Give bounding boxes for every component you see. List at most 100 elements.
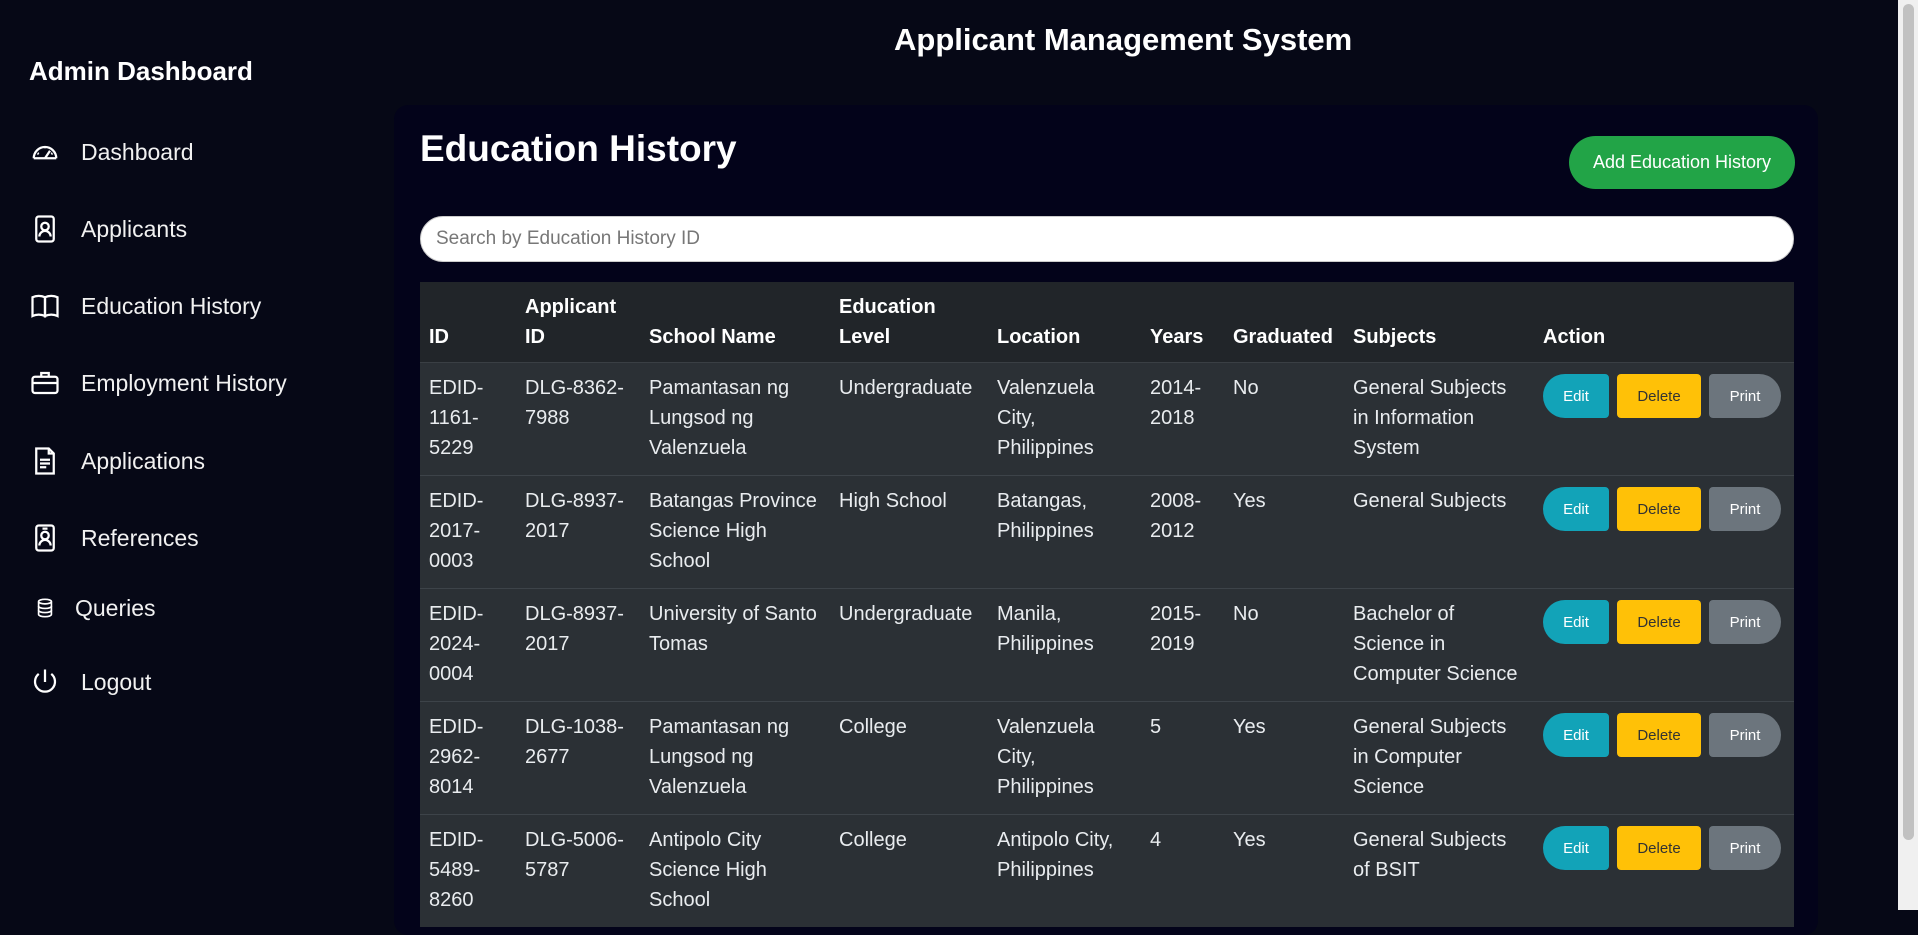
- sidebar-item-label: References: [81, 524, 199, 551]
- sidebar-item-employment-history[interactable]: Employment History: [29, 363, 287, 403]
- person-badge-icon: [29, 213, 61, 245]
- cell-action: Edit Delete Print: [1534, 814, 1794, 927]
- cell-applicant-id: DLG-8362-7988: [516, 362, 640, 476]
- file-text-icon: [29, 445, 61, 477]
- cell-action: Edit Delete Print: [1534, 475, 1794, 589]
- sidebar-item-label: Applications: [81, 447, 206, 474]
- power-icon: [29, 666, 61, 698]
- cell-education-level: College: [830, 701, 988, 815]
- cell-education-level: High School: [830, 475, 988, 589]
- cell-id: EDID-2017-0003: [420, 475, 516, 589]
- print-button[interactable]: Print: [1709, 600, 1781, 644]
- cell-school-name: Pamantasan ng Lungsod ng Valenzuela: [640, 701, 830, 815]
- cell-subjects: General Subjects in Computer Science: [1344, 701, 1534, 815]
- delete-button[interactable]: Delete: [1617, 600, 1701, 644]
- education-history-table: ID Applicant ID School Name Education Le…: [420, 282, 1794, 927]
- column-header-action: Action: [1534, 282, 1794, 363]
- delete-button[interactable]: Delete: [1617, 713, 1701, 757]
- person-vcard-icon: [29, 522, 61, 554]
- cell-subjects: General Subjects of BSIT: [1344, 814, 1534, 927]
- column-header-location: Location: [988, 282, 1141, 363]
- cell-action: Edit Delete Print: [1534, 701, 1794, 815]
- sidebar-item-references[interactable]: References: [29, 518, 199, 558]
- page-title: Education History: [420, 128, 737, 169]
- table-row: EDID-2017-0003 DLG-8937-2017 Batangas Pr…: [420, 475, 1794, 589]
- cell-action: Edit Delete Print: [1534, 588, 1794, 702]
- delete-button[interactable]: Delete: [1617, 374, 1701, 418]
- print-button[interactable]: Print: [1709, 713, 1781, 757]
- print-button[interactable]: Print: [1709, 487, 1781, 531]
- cell-years: 2014-2018: [1141, 362, 1224, 476]
- app-title: Applicant Management System: [894, 22, 1353, 57]
- cell-id: EDID-1161-5229: [420, 362, 516, 476]
- cell-school-name: Pamantasan ng Lungsod ng Valenzuela: [640, 362, 830, 476]
- edit-button[interactable]: Edit: [1543, 487, 1609, 531]
- print-button[interactable]: Print: [1709, 826, 1781, 870]
- cell-subjects: General Subjects in Information System: [1344, 362, 1534, 476]
- cell-years: 2015-2019: [1141, 588, 1224, 702]
- cell-years: 5: [1141, 701, 1224, 815]
- sidebar-item-applicants[interactable]: Applicants: [29, 209, 187, 249]
- cell-graduated: Yes: [1224, 475, 1344, 589]
- delete-button[interactable]: Delete: [1617, 487, 1701, 531]
- column-header-id: ID: [420, 282, 516, 363]
- edit-button[interactable]: Edit: [1543, 600, 1609, 644]
- print-button[interactable]: Print: [1709, 374, 1781, 418]
- cell-id: EDID-5489-8260: [420, 814, 516, 927]
- cell-school-name: University of Santo Tomas: [640, 588, 830, 702]
- cell-location: Valenzuela City, Philippines: [988, 362, 1141, 476]
- table-header-row: ID Applicant ID School Name Education Le…: [420, 282, 1794, 363]
- cell-education-level: Undergraduate: [830, 588, 988, 702]
- search-input[interactable]: [420, 216, 1794, 262]
- cell-school-name: Batangas Province Science High School: [640, 475, 830, 589]
- column-header-graduated: Graduated: [1224, 282, 1344, 363]
- cell-education-level: College: [830, 814, 988, 927]
- edit-button[interactable]: Edit: [1543, 826, 1609, 870]
- gauge-icon: [29, 136, 61, 168]
- column-header-subjects: Subjects: [1344, 282, 1534, 363]
- sidebar-item-education-history[interactable]: Education History: [29, 286, 261, 326]
- cell-graduated: No: [1224, 588, 1344, 702]
- column-header-education-level: Education Level: [830, 282, 988, 363]
- table-row: EDID-2962-8014 DLG-1038-2677 Pamantasan …: [420, 701, 1794, 815]
- delete-button[interactable]: Delete: [1617, 826, 1701, 870]
- cell-years: 4: [1141, 814, 1224, 927]
- sidebar: Admin Dashboard Dashboard Applicants Edu…: [0, 0, 390, 910]
- add-education-history-button[interactable]: Add Education History: [1569, 136, 1795, 189]
- cell-id: EDID-2962-8014: [420, 701, 516, 815]
- sidebar-item-dashboard[interactable]: Dashboard: [29, 132, 194, 172]
- cell-location: Valenzuela City, Philippines: [988, 701, 1141, 815]
- database-icon: [29, 592, 61, 624]
- table-row: EDID-5489-8260 DLG-5006-5787 Antipolo Ci…: [420, 814, 1794, 927]
- cell-location: Batangas, Philippines: [988, 475, 1141, 589]
- column-header-years: Years: [1141, 282, 1224, 363]
- cell-subjects: Bachelor of Science in Computer Science: [1344, 588, 1534, 702]
- sidebar-item-label: Education History: [81, 292, 262, 319]
- cell-applicant-id: DLG-8937-2017: [516, 588, 640, 702]
- sidebar-item-label: Applicants: [81, 215, 188, 242]
- column-header-school-name: School Name: [640, 282, 830, 363]
- sidebar-brand: Admin Dashboard: [29, 56, 253, 86]
- cell-applicant-id: DLG-5006-5787: [516, 814, 640, 927]
- cell-location: Antipolo City, Philippines: [988, 814, 1141, 927]
- sidebar-item-label: Dashboard: [81, 138, 194, 165]
- cell-id: EDID-2024-0004: [420, 588, 516, 702]
- column-header-applicant-id: Applicant ID: [516, 282, 640, 363]
- edit-button[interactable]: Edit: [1543, 374, 1609, 418]
- cell-graduated: Yes: [1224, 701, 1344, 815]
- cell-action: Edit Delete Print: [1534, 362, 1794, 476]
- sidebar-item-label: Logout: [81, 668, 152, 695]
- sidebar-item-queries[interactable]: Queries: [29, 588, 156, 628]
- cell-location: Manila, Philippines: [988, 588, 1141, 702]
- sidebar-item-logout[interactable]: Logout: [29, 662, 151, 702]
- cell-applicant-id: DLG-8937-2017: [516, 475, 640, 589]
- cell-school-name: Antipolo City Science High School: [640, 814, 830, 927]
- sidebar-item-applications[interactable]: Applications: [29, 441, 205, 481]
- cell-subjects: General Subjects: [1344, 475, 1534, 589]
- edit-button[interactable]: Edit: [1543, 713, 1609, 757]
- cell-graduated: No: [1224, 362, 1344, 476]
- cell-years: 2008-2012: [1141, 475, 1224, 589]
- cell-graduated: Yes: [1224, 814, 1344, 927]
- book-icon: [29, 290, 61, 322]
- scrollbar-thumb[interactable]: [1903, 4, 1914, 840]
